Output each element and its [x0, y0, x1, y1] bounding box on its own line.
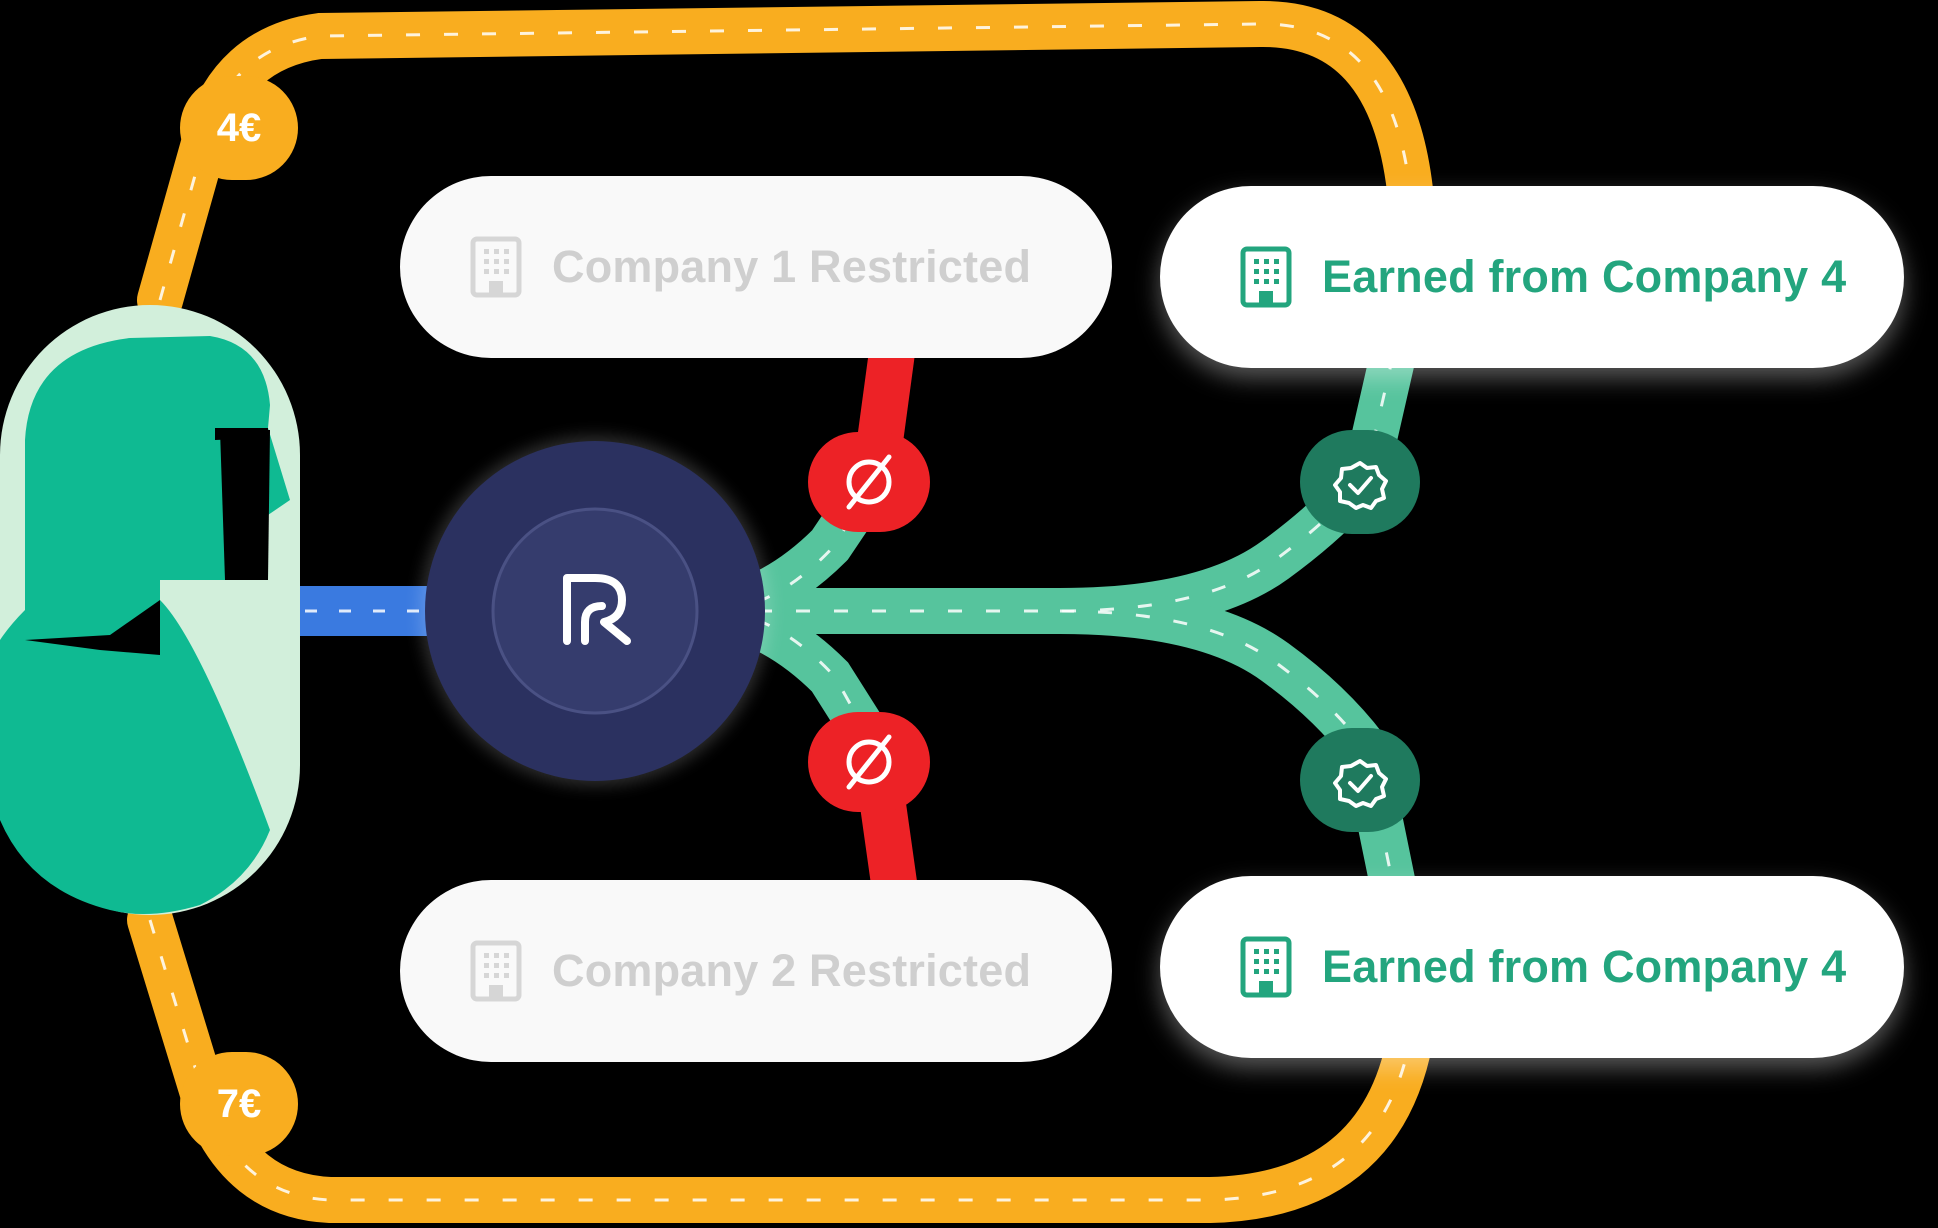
company-2-restricted-label: Company 2 Restricted: [552, 945, 1032, 996]
company-2-restricted-pill: Company 2 Restricted: [400, 880, 1112, 1062]
price-badge-bottom: 7€: [180, 1052, 298, 1156]
price-badge-top: 4€: [180, 76, 298, 180]
earned-company-4-label-bottom: Earned from Company 4: [1322, 941, 1847, 992]
building-icon: [1240, 246, 1292, 308]
building-icon: [470, 236, 522, 298]
company-1-restricted-pill: Company 1 Restricted: [400, 176, 1112, 358]
blocked-badge-top: [808, 432, 930, 532]
blocked-badge-bottom: [808, 712, 930, 812]
earned-company-4-pill-top: Earned from Company 4: [1160, 186, 1904, 368]
company-1-restricted-label: Company 1 Restricted: [552, 241, 1032, 292]
building-icon: [470, 940, 522, 1002]
earned-company-4-pill-bottom: Earned from Company 4: [1160, 876, 1904, 1058]
approved-badge-bottom: [1300, 728, 1420, 832]
earned-company-4-label-top: Earned from Company 4: [1322, 251, 1847, 302]
building-icon: [1240, 936, 1292, 998]
approved-badge-top: [1300, 430, 1420, 534]
person-avatar-icon: [0, 305, 300, 915]
hub-node: [420, 436, 770, 786]
green-roads: [677, 337, 1415, 903]
